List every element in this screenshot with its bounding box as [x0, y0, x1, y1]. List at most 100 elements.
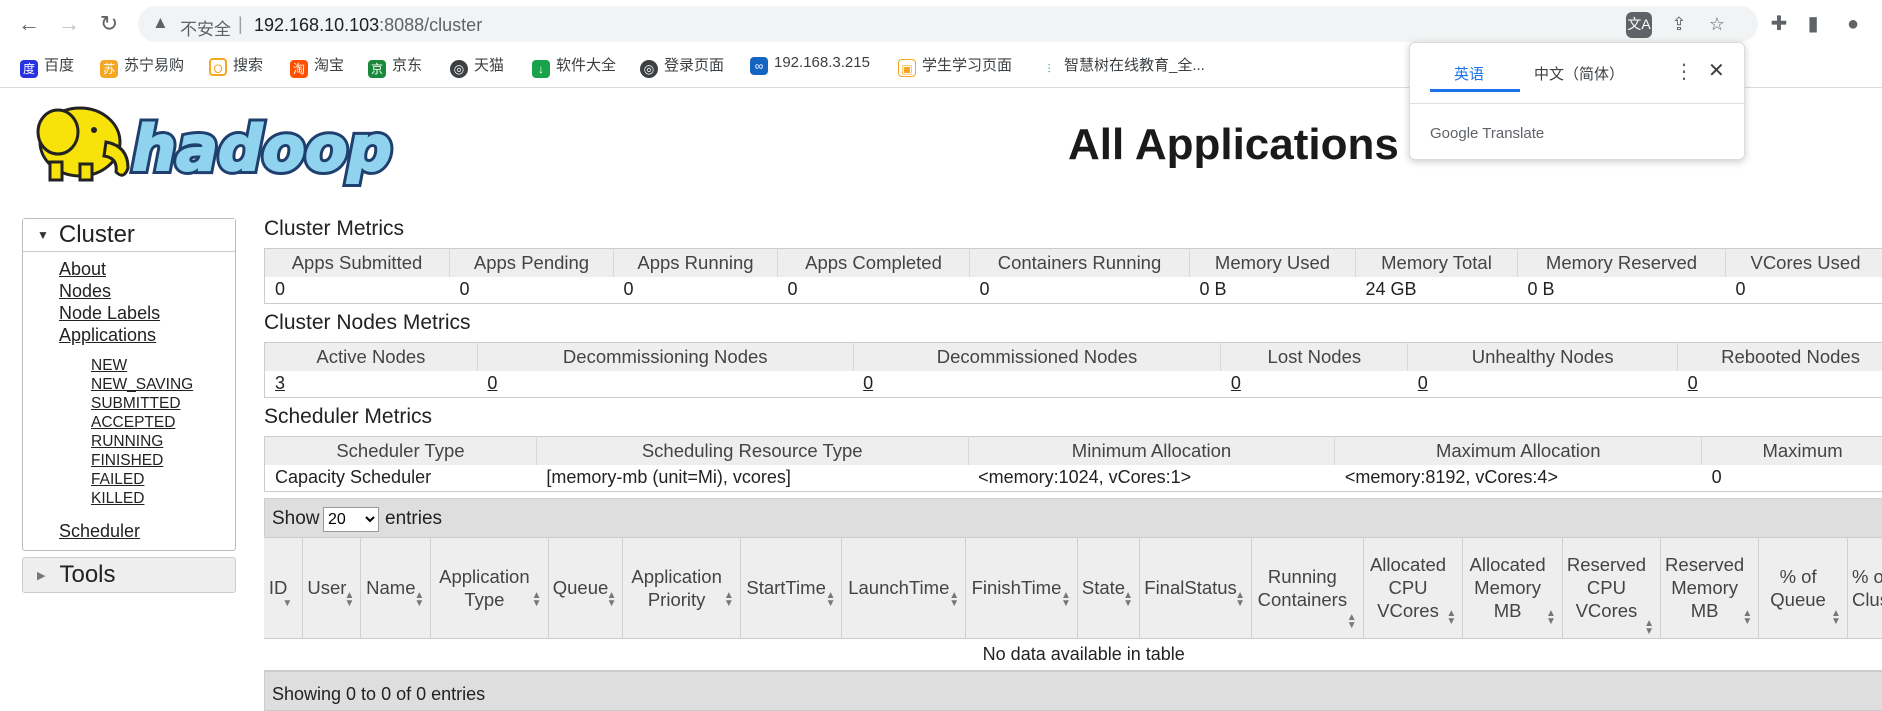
bookmark-item[interactable]: 苏苏宁易购	[100, 54, 184, 78]
state-link-killed[interactable]: KILLED	[91, 489, 235, 508]
column-header-state[interactable]: State▲▼	[1077, 538, 1139, 638]
forward-icon[interactable]: →	[54, 10, 84, 40]
column-header-application-type[interactable]: Application Type▲▼	[431, 538, 548, 638]
show-label: Show	[272, 508, 320, 530]
column-header: Memory Used	[1190, 249, 1356, 277]
sort-icon: ▲▼	[344, 592, 354, 608]
column-header-launch-time[interactable]: LaunchTime▲▼	[842, 538, 966, 638]
bookmark-item[interactable]: ⫶智慧树在线教育_全...	[1040, 54, 1205, 78]
warning-icon[interactable]: ▲	[152, 13, 169, 33]
side-panel-icon[interactable]: ▮	[1800, 12, 1826, 38]
column-header-allocated-cpu[interactable]: Allocated CPU VCores▲▼	[1363, 538, 1463, 638]
sort-icon: ▲▼	[607, 592, 617, 608]
state-link-failed[interactable]: FAILED	[91, 470, 235, 489]
search-icon: O	[209, 58, 227, 76]
taobao-icon: 淘	[290, 60, 308, 78]
column-header-final-status[interactable]: FinalStatus▲▼	[1140, 538, 1252, 638]
cluster-panel-header[interactable]: ▼Cluster	[23, 219, 235, 252]
share-icon[interactable]: ⇪	[1666, 12, 1692, 38]
bookmark-item[interactable]: 京京东	[368, 54, 422, 78]
state-link-new-saving[interactable]: NEW_SAVING	[91, 375, 235, 394]
decommissioned-nodes-link[interactable]: 0	[863, 373, 873, 393]
bookmark-item[interactable]: 淘淘宝	[290, 54, 344, 78]
sort-icon: ▲▼	[1742, 610, 1752, 626]
sidebar-link-nodes[interactable]: Nodes	[59, 280, 235, 302]
back-icon[interactable]: ←	[14, 10, 44, 40]
address-bar[interactable]: ▲ 不安全 | 192.168.10.103:8088/cluster 文A ⇪…	[138, 6, 1758, 42]
collapsed-triangle-icon: ▶	[37, 570, 45, 582]
applications-header-row: ID▼ User▲▼ Name▲▼ Application Type▲▼ Que…	[264, 538, 1882, 638]
column-header-percent-queue[interactable]: % of Queue▲▼	[1759, 538, 1848, 638]
lost-nodes-link[interactable]: 0	[1231, 373, 1241, 393]
state-link-submitted[interactable]: SUBMITTED	[91, 394, 235, 413]
tab-target-language[interactable]: 中文（简体）	[1534, 63, 1624, 84]
datatable-info: Showing 0 to 0 of 0 entries	[264, 671, 1882, 711]
tab-source-language[interactable]: 英语	[1454, 63, 1484, 84]
page-size-select[interactable]: 20	[323, 507, 379, 532]
insecure-label[interactable]: 不安全	[180, 15, 231, 40]
column-header-finish-time[interactable]: FinishTime▲▼	[966, 538, 1078, 638]
metric-value: 0	[1726, 277, 1882, 304]
more-options-icon[interactable]: ⋮	[1674, 59, 1694, 84]
column-header-queue[interactable]: Queue▲▼	[548, 538, 623, 638]
sidebar-link-node-labels[interactable]: Node Labels	[59, 302, 235, 324]
unhealthy-nodes-link[interactable]: 0	[1418, 373, 1428, 393]
cluster-metrics-table: Apps Submitted Apps Pending Apps Running…	[264, 248, 1882, 304]
column-header-percent-cluster[interactable]: % of Clus	[1847, 538, 1882, 638]
bookmark-star-icon[interactable]: ☆	[1704, 12, 1730, 38]
tools-panel-header[interactable]: ▶Tools	[22, 557, 236, 593]
empty-table-message: No data available in table	[264, 638, 1882, 670]
entries-label: entries	[385, 508, 442, 530]
profile-icon[interactable]: ●	[1840, 12, 1866, 38]
column-header: Minimum Allocation	[968, 437, 1335, 465]
close-icon[interactable]: ✕	[1708, 58, 1725, 83]
column-header-id[interactable]: ID▼	[264, 538, 303, 638]
bookmark-item[interactable]: 度百度	[20, 54, 74, 78]
rebooted-nodes-link[interactable]: 0	[1688, 373, 1698, 393]
column-header-name[interactable]: Name▲▼	[361, 538, 431, 638]
bookmark-item[interactable]: ◎天猫	[450, 54, 504, 78]
url-text[interactable]: 192.168.10.103:8088/cluster	[254, 15, 482, 36]
reload-icon[interactable]: ↻	[94, 10, 124, 40]
study-icon: ▣	[898, 59, 916, 77]
tree-icon: ⫶	[1040, 60, 1058, 78]
column-header: Lost Nodes	[1221, 343, 1408, 371]
translate-icon[interactable]: 文A	[1626, 12, 1652, 38]
state-link-new[interactable]: NEW	[91, 356, 235, 375]
metric-value: 0	[970, 277, 1190, 304]
extensions-icon[interactable]: ✚	[1766, 12, 1792, 38]
scheduler-metrics-title: Scheduler Metrics	[264, 404, 1882, 430]
table-row: No data available in table	[264, 638, 1882, 670]
column-header-reserved-cpu[interactable]: Reserved CPU VCores▲▼	[1562, 538, 1660, 638]
bookmark-item[interactable]: ∞192.168.3.215	[750, 54, 870, 75]
column-header: Apps Running	[614, 249, 778, 277]
active-nodes-link[interactable]: 3	[275, 373, 285, 393]
column-header: Scheduling Resource Type	[536, 437, 968, 465]
suning-icon: 苏	[100, 60, 118, 78]
metric-value: 24 GB	[1356, 277, 1518, 304]
bookmark-item[interactable]: O搜索	[209, 54, 263, 76]
sidebar-link-applications[interactable]: Applications	[59, 324, 235, 346]
decommissioning-nodes-link[interactable]: 0	[487, 373, 497, 393]
bookmark-item[interactable]: ↓软件大全	[532, 54, 616, 78]
bookmark-item[interactable]: ◎登录页面	[640, 54, 724, 78]
sidebar-link-scheduler[interactable]: Scheduler	[59, 520, 235, 542]
sort-icon: ▲▼	[1123, 592, 1133, 608]
column-header-allocated-memory[interactable]: Allocated Memory MB▲▼	[1463, 538, 1563, 638]
state-link-running[interactable]: RUNNING	[91, 432, 235, 451]
column-header-application-priority[interactable]: Application Priority▲▼	[623, 538, 740, 638]
url-host: 192.168.10.103	[254, 15, 379, 35]
metric-value: 0	[614, 277, 778, 304]
column-header-user[interactable]: User▲▼	[303, 538, 361, 638]
column-header-reserved-memory[interactable]: Reserved Memory MB▲▼	[1661, 538, 1759, 638]
url-path: :8088/cluster	[379, 15, 482, 35]
sort-icon: ▲▼	[826, 592, 836, 608]
sort-icon: ▲▼	[724, 592, 734, 608]
column-header-running-containers[interactable]: Running Containers▲▼	[1252, 538, 1364, 638]
column-header-start-time[interactable]: StartTime▲▼	[740, 538, 842, 638]
bookmark-item[interactable]: ▣学生学习页面	[898, 54, 1012, 77]
state-link-finished[interactable]: FINISHED	[91, 451, 235, 470]
sidebar-link-about[interactable]: About	[59, 258, 235, 280]
state-link-accepted[interactable]: ACCEPTED	[91, 413, 235, 432]
sort-icon: ▲▼	[949, 592, 959, 608]
